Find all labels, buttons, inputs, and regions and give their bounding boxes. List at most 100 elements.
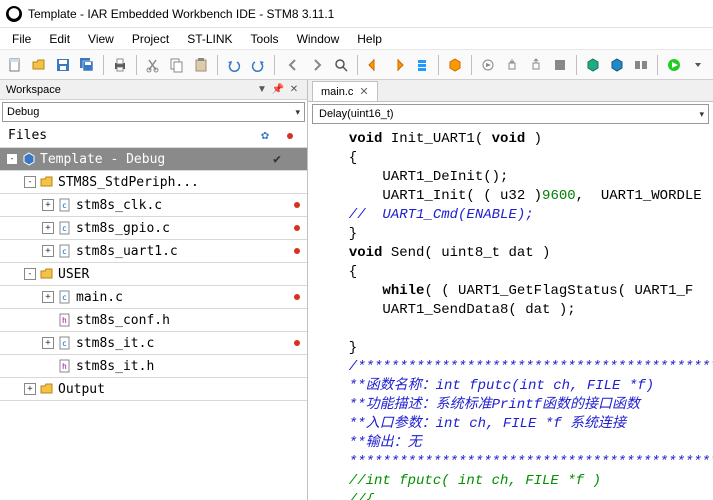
tree-item[interactable]: hstm8s_it.h [0,355,307,378]
panel-close-icon[interactable]: ✕ [287,83,301,97]
next-bookmark-button[interactable] [387,54,409,76]
step-over-button[interactable] [477,54,499,76]
tree-item[interactable]: +cstm8s_clk.c [0,194,307,217]
tree-item-label: stm8s_gpio.c [76,221,267,236]
tree-toggle-icon[interactable]: + [42,222,54,234]
cfile-icon: c [58,244,72,258]
tree-item[interactable]: + c stm8s_uart1.c [0,240,307,263]
tree-item-label: Template - Debug [40,152,267,167]
files-column-label: Files [8,128,261,143]
folder-icon [40,267,54,281]
toggle-bookmark-button[interactable] [411,54,433,76]
tree-status-column [287,248,307,254]
cut-button[interactable] [142,54,164,76]
modified-dot-icon [294,202,300,208]
editor-tab-bar: main.c ✕ [308,80,713,102]
tree-item-label: USER [58,267,267,282]
menubar: FileEditViewProjectST-LINKToolsWindowHel… [0,28,713,50]
menu-project[interactable]: Project [124,30,177,48]
nav-back-button[interactable] [282,54,304,76]
svg-text:c: c [62,293,67,302]
menu-view[interactable]: View [80,30,122,48]
tree-item[interactable]: - USER [0,263,307,286]
prev-bookmark-button[interactable] [363,54,385,76]
tree-toggle-icon[interactable]: + [24,383,36,395]
nav-fwd-button[interactable] [306,54,328,76]
workspace-header: Workspace ▼ 📌 ✕ [0,80,307,100]
redo-button[interactable] [247,54,269,76]
modified-dot-icon [294,248,300,254]
app-icon: ⬤ [6,6,22,22]
menu-help[interactable]: Help [349,30,390,48]
svg-text:c: c [62,247,67,256]
tree-item-label: stm8s_uart1.c [76,244,267,259]
tree-toggle-icon[interactable]: - [24,268,36,280]
modified-dot-icon [294,225,300,231]
tree-toggle-icon[interactable]: + [42,199,54,211]
tree-item[interactable]: +cstm8s_gpio.c [0,217,307,240]
cube-icon [22,152,36,166]
make-button[interactable] [606,54,628,76]
copy-button[interactable] [166,54,188,76]
panel-pin-icon[interactable]: 📌 [271,83,285,97]
menu-st-link[interactable]: ST-LINK [179,30,240,48]
tree-item[interactable]: +cstm8s_it.c [0,332,307,355]
open-button[interactable] [28,54,50,76]
modified-dot-icon [294,340,300,346]
breakpoint-button[interactable] [444,54,466,76]
tree-item-label: stm8s_clk.c [76,198,267,213]
titlebar: ⬤ Template - IAR Embedded Workbench IDE … [0,0,713,28]
paste-button[interactable] [190,54,212,76]
folder-icon [40,175,54,189]
tree-item[interactable]: + c main.c [0,286,307,309]
menu-file[interactable]: File [4,30,39,48]
code-editor[interactable]: void Init_UART1( void ) { UART1_DeInit()… [308,126,713,500]
undo-button[interactable] [223,54,245,76]
tree-item-label: stm8s_it.h [76,359,267,374]
compile-button[interactable] [582,54,604,76]
folder-icon [40,382,54,396]
panel-dropdown-icon[interactable]: ▼ [255,83,269,97]
editor-tab[interactable]: main.c ✕ [312,81,378,101]
tree-root[interactable]: - Template - Debug✔ [0,148,307,171]
tree-toggle-icon[interactable]: - [6,153,18,165]
function-breadcrumb[interactable]: Delay(uint16_t) [312,104,709,124]
configuration-dropdown[interactable]: Debug [2,102,305,122]
run-to-button[interactable] [549,54,571,76]
debug-dropdown-button[interactable] [687,54,709,76]
configuration-value: Debug [7,106,39,118]
search-button[interactable] [330,54,352,76]
svg-text:h: h [62,316,67,325]
files-header: Files ✿ [0,124,307,148]
tree-check-column: ✔ [267,152,287,167]
menu-window[interactable]: Window [289,30,348,48]
step-into-button[interactable] [501,54,523,76]
breadcrumb-label: Delay(uint16_t) [319,108,394,120]
menu-tools[interactable]: Tools [243,30,287,48]
workspace-panel: Workspace ▼ 📌 ✕ Debug Files ✿ -Template … [0,80,308,500]
tree-item-label: main.c [76,290,267,305]
tree-toggle-icon[interactable]: - [24,176,36,188]
tree-item[interactable]: - STM8S_StdPeriph... [0,171,307,194]
save-all-button[interactable] [76,54,98,76]
step-out-button[interactable] [525,54,547,76]
file-tree[interactable]: -Template - Debug✔-STM8S_StdPeriph...+cs… [0,148,307,401]
tree-item[interactable]: hstm8s_conf.h [0,309,307,332]
hfile-icon: h [58,313,72,327]
toggle-view-button[interactable] [630,54,652,76]
workspace-title: Workspace [6,84,253,96]
tree-toggle-icon[interactable]: + [42,337,54,349]
tree-toggle-icon[interactable]: + [42,291,54,303]
tree-item[interactable]: +Output [0,378,307,401]
tree-toggle-icon[interactable]: + [42,245,54,257]
print-button[interactable] [109,54,131,76]
close-icon[interactable]: ✕ [359,85,368,98]
new-file-button[interactable] [4,54,26,76]
tree-item-label: STM8S_StdPeriph... [58,175,267,190]
save-button[interactable] [52,54,74,76]
gear-icon[interactable]: ✿ [261,128,269,143]
modified-dot-icon [294,294,300,300]
tree-status-column [287,225,307,231]
download-debug-button[interactable] [663,54,685,76]
menu-edit[interactable]: Edit [41,30,78,48]
